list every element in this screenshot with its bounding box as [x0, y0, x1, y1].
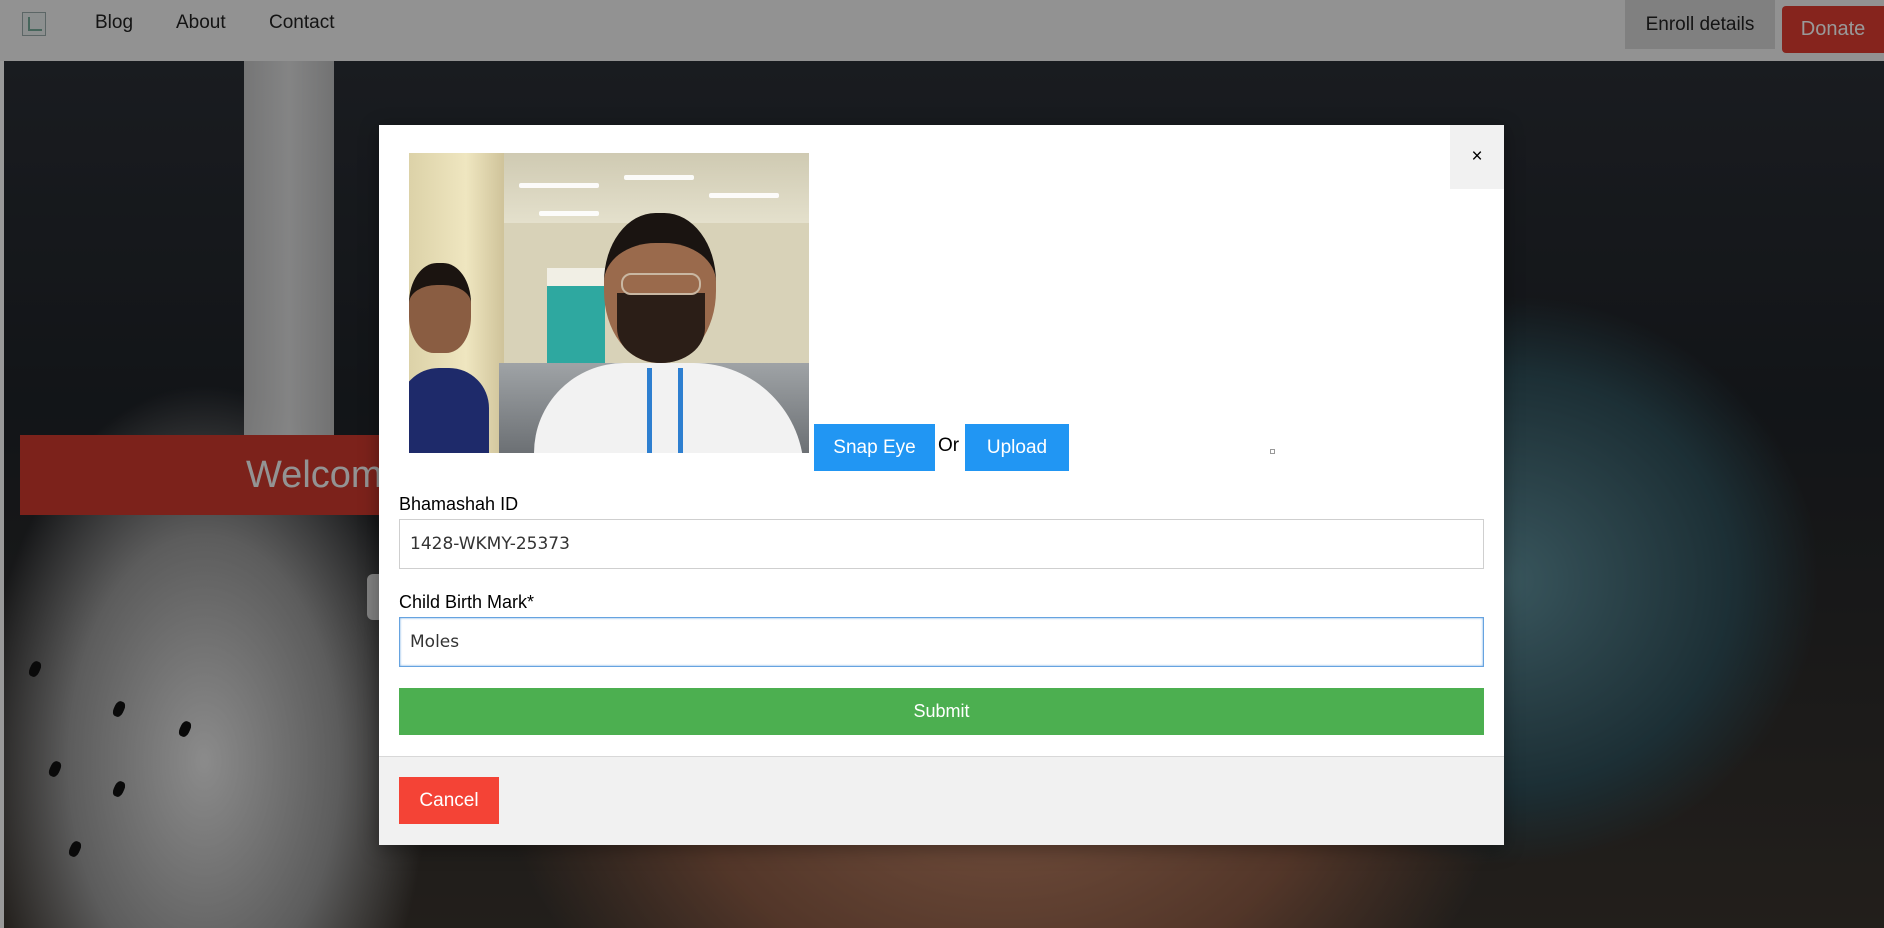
close-button[interactable]: ×: [1450, 125, 1504, 189]
bhamashah-id-label: Bhamashah ID: [399, 494, 519, 514]
or-separator: Or: [938, 435, 960, 456]
enroll-modal: × Snap Eye Or Upload Bhamashah ID Child …: [379, 125, 1504, 845]
submit-button[interactable]: Submit: [399, 688, 1484, 735]
child-birth-mark-input[interactable]: [399, 617, 1484, 667]
snap-eye-button[interactable]: Snap Eye: [814, 424, 935, 471]
child-birth-mark-label: Child Birth Mark*: [399, 592, 535, 612]
camera-preview: [409, 153, 809, 453]
upload-button[interactable]: Upload: [965, 424, 1069, 471]
modal-footer: Cancel: [379, 756, 1504, 845]
broken-image-icon: [1270, 449, 1275, 454]
bhamashah-id-input[interactable]: [399, 519, 1484, 569]
cancel-button[interactable]: Cancel: [399, 777, 499, 824]
